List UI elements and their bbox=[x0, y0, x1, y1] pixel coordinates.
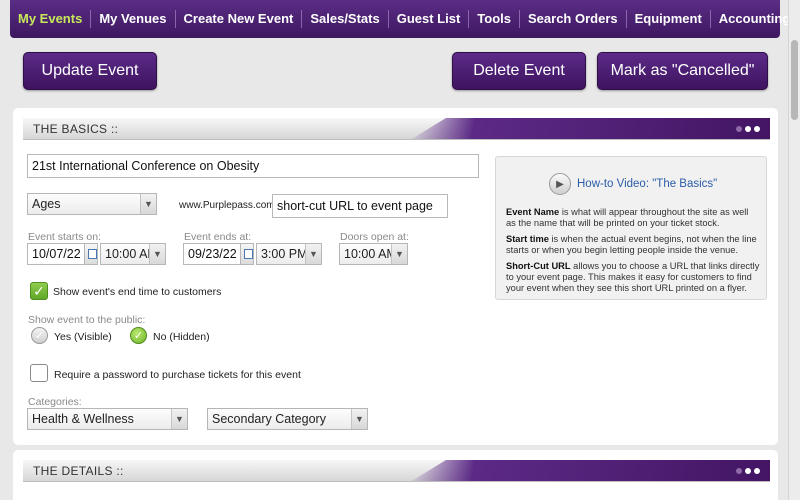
end-label: Event ends at: bbox=[184, 231, 252, 243]
url-prefix: www.Purplepass.com/ bbox=[179, 200, 278, 211]
mark-cancelled-button[interactable]: Mark as "Cancelled" bbox=[597, 52, 768, 90]
panel-dots[interactable] bbox=[736, 126, 760, 132]
dot-icon bbox=[754, 126, 760, 132]
doors-label: Doors open at: bbox=[340, 231, 409, 243]
hidden-radio-label: No (Hidden) bbox=[153, 331, 210, 343]
dot-icon bbox=[745, 126, 751, 132]
dot-icon bbox=[745, 468, 751, 474]
help-term: Event Name bbox=[506, 207, 560, 217]
start-date-input[interactable]: 10/07/22 bbox=[27, 243, 85, 265]
video-title: How-to Video: "The Basics" bbox=[577, 178, 718, 190]
panel-dots[interactable] bbox=[736, 468, 760, 474]
dot-icon bbox=[754, 468, 760, 474]
doors-time-value: 10:00 AM bbox=[344, 247, 397, 261]
ages-select[interactable]: Ages ▼ bbox=[27, 193, 157, 215]
header-swoosh bbox=[410, 460, 770, 481]
help-shortcut-url: Short-Cut URL allows you to choose a URL… bbox=[506, 261, 760, 294]
start-label: Event starts on: bbox=[28, 231, 101, 243]
show-end-time-checkbox[interactable]: ✓ bbox=[30, 282, 48, 300]
nav-equipment[interactable]: Equipment bbox=[627, 10, 711, 28]
category-select[interactable]: Health & Wellness ▼ bbox=[27, 408, 188, 430]
end-time-value: 3:00 PM bbox=[261, 247, 308, 261]
chevron-down-icon: ▼ bbox=[391, 244, 407, 264]
shortcut-url-input[interactable]: short-cut URL to event page bbox=[272, 194, 448, 218]
chevron-down-icon: ▼ bbox=[351, 409, 367, 429]
secondary-category-value: Secondary Category bbox=[212, 412, 326, 426]
end-date-input[interactable]: 09/23/22 bbox=[183, 243, 241, 265]
secondary-category-select[interactable]: Secondary Category ▼ bbox=[207, 408, 368, 430]
chevron-down-icon: ▼ bbox=[140, 194, 156, 214]
visibility-label: Show event to the public: bbox=[28, 314, 146, 326]
help-term: Short-Cut URL bbox=[506, 261, 571, 271]
chevron-down-icon: ▼ bbox=[305, 244, 321, 264]
help-event-name: Event Name is what will appear throughou… bbox=[506, 207, 760, 229]
password-checkbox[interactable] bbox=[30, 364, 48, 382]
help-term: Start time bbox=[506, 234, 549, 244]
hidden-radio[interactable]: ✓ bbox=[130, 327, 147, 344]
update-event-button[interactable]: Update Event bbox=[23, 52, 157, 90]
chevron-down-icon: ▼ bbox=[149, 244, 165, 264]
categories-label: Categories: bbox=[28, 396, 82, 408]
chevron-down-icon: ▼ bbox=[171, 409, 187, 429]
basics-panel: THE BASICS :: 21st International Confere… bbox=[13, 108, 778, 445]
password-label: Require a password to purchase tickets f… bbox=[54, 369, 301, 381]
end-time-select[interactable]: 3:00 PM ▼ bbox=[256, 243, 322, 265]
nav-my-events[interactable]: My Events bbox=[10, 10, 92, 28]
details-title: THE DETAILS :: bbox=[33, 464, 124, 478]
page-scrollbar[interactable] bbox=[788, 0, 800, 500]
ages-value: Ages bbox=[32, 197, 61, 211]
help-panel: ▶ How-to Video: "The Basics" Event Name … bbox=[495, 156, 767, 300]
details-panel: THE DETAILS :: bbox=[13, 450, 778, 500]
play-icon: ▶ bbox=[549, 173, 571, 195]
start-time-select[interactable]: 10:00 AM ▼ bbox=[100, 243, 166, 265]
visible-radio-label: Yes (Visible) bbox=[54, 331, 112, 343]
nav-tools[interactable]: Tools bbox=[469, 10, 520, 28]
nav-create-new-event[interactable]: Create New Event bbox=[176, 10, 303, 28]
event-name-input[interactable]: 21st International Conference on Obesity bbox=[27, 154, 479, 178]
nav-my-venues[interactable]: My Venues bbox=[91, 10, 176, 28]
category-value: Health & Wellness bbox=[32, 412, 134, 426]
dot-icon bbox=[736, 468, 742, 474]
nav-search-orders[interactable]: Search Orders bbox=[520, 10, 627, 28]
top-nav: My Events My Venues Create New Event Sal… bbox=[10, 0, 790, 38]
how-to-video-link[interactable]: ▶ How-to Video: "The Basics" bbox=[549, 173, 759, 195]
show-end-time-label: Show event's end time to customers bbox=[53, 286, 222, 298]
nav-sales-stats[interactable]: Sales/Stats bbox=[302, 10, 389, 28]
basics-title: THE BASICS :: bbox=[33, 122, 119, 136]
visible-radio[interactable]: ✓ bbox=[31, 327, 48, 344]
delete-event-button[interactable]: Delete Event bbox=[452, 52, 586, 90]
help-text: Event Name is what will appear throughou… bbox=[496, 207, 768, 299]
details-header[interactable]: THE DETAILS :: bbox=[23, 460, 770, 482]
basics-header: THE BASICS :: bbox=[23, 118, 770, 140]
doors-time-select[interactable]: 10:00 AM ▼ bbox=[339, 243, 408, 265]
header-swoosh bbox=[410, 118, 770, 139]
calendar-icon[interactable] bbox=[84, 243, 98, 265]
nav-guest-list[interactable]: Guest List bbox=[389, 10, 470, 28]
dot-icon bbox=[736, 126, 742, 132]
calendar-icon[interactable] bbox=[240, 243, 254, 265]
scrollbar-thumb[interactable] bbox=[791, 40, 798, 120]
nav-accounting[interactable]: Accounting bbox=[711, 10, 799, 28]
help-start-time: Start time is when the actual event begi… bbox=[506, 234, 760, 256]
